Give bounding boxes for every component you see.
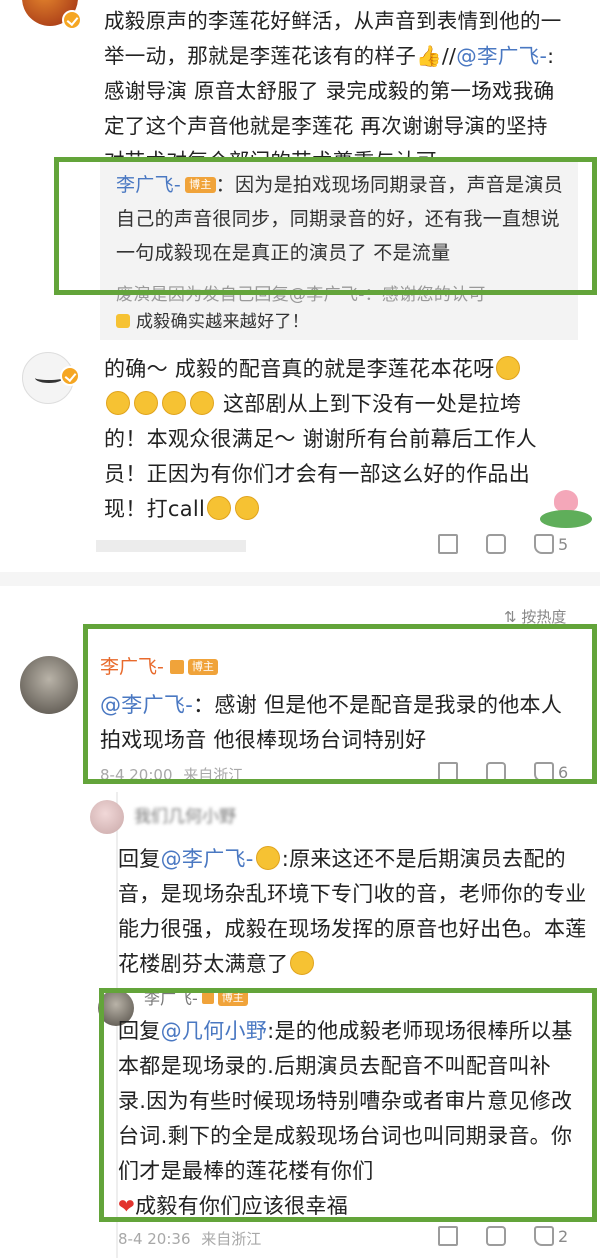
share-icon[interactable]: [438, 534, 458, 554]
comment-meta: 8-4 20:36 来自浙江: [118, 1228, 261, 1249]
comment-location: 来自浙江: [201, 1230, 262, 1248]
comment-icon[interactable]: [486, 534, 506, 554]
highlight-box: [99, 988, 597, 1222]
lotus-sticker-icon: [540, 488, 592, 530]
like-count: 2: [558, 1226, 569, 1246]
verified-badge-icon: [60, 366, 80, 386]
reply-author[interactable]: 我们几何小野: [134, 802, 236, 827]
verified-badge-icon: [62, 10, 82, 30]
emoji-icon: [106, 391, 130, 415]
comment-text: 成毅原声的李莲花好鲜活，从声音到表情到他的一举一动，那就是李莲花该有的样子👍//…: [104, 4, 574, 179]
emoji-icon: [255, 846, 280, 870]
comment-time: 8-4 20:36: [118, 1230, 191, 1248]
share-icon[interactable]: [438, 1226, 458, 1246]
emoji-icon: [134, 391, 158, 415]
mention-link[interactable]: @李广飞-: [456, 44, 547, 68]
mention-link[interactable]: @李广飞-: [161, 847, 254, 871]
emoji-icon: [190, 391, 214, 415]
reply-line-2: 成毅确实越来越好了！: [116, 309, 566, 335]
emoji-icon: [496, 356, 521, 380]
highlight-box: [83, 624, 597, 784]
thumbs-up-icon: [116, 314, 130, 328]
emoji-icon: [162, 391, 186, 415]
comment-icon[interactable]: [486, 1226, 506, 1246]
avatar[interactable]: [90, 800, 124, 834]
action-bar: 2: [438, 1226, 568, 1246]
like-count: 5: [558, 534, 569, 554]
comment-text: 的确～ 成毅的配音真的就是李莲花本花呀 这部剧从上到下没有一处是拉垮的！本观众很…: [104, 356, 537, 521]
like-icon[interactable]: [534, 1226, 554, 1246]
action-bar: 5: [438, 534, 568, 554]
section-divider: [0, 572, 600, 586]
reply-text: 回复@李广飞-:原来这还不是后期演员去配的音，是现场杂乱环境下专门收的音，老师你…: [118, 846, 587, 976]
avatar[interactable]: [20, 656, 78, 714]
highlight-box: [54, 157, 597, 295]
blurred-meta: [96, 540, 246, 552]
emoji-icon: [290, 951, 315, 975]
like-icon[interactable]: [534, 534, 554, 554]
emoji-icon: [207, 496, 232, 520]
emoji-icon: [235, 496, 260, 520]
